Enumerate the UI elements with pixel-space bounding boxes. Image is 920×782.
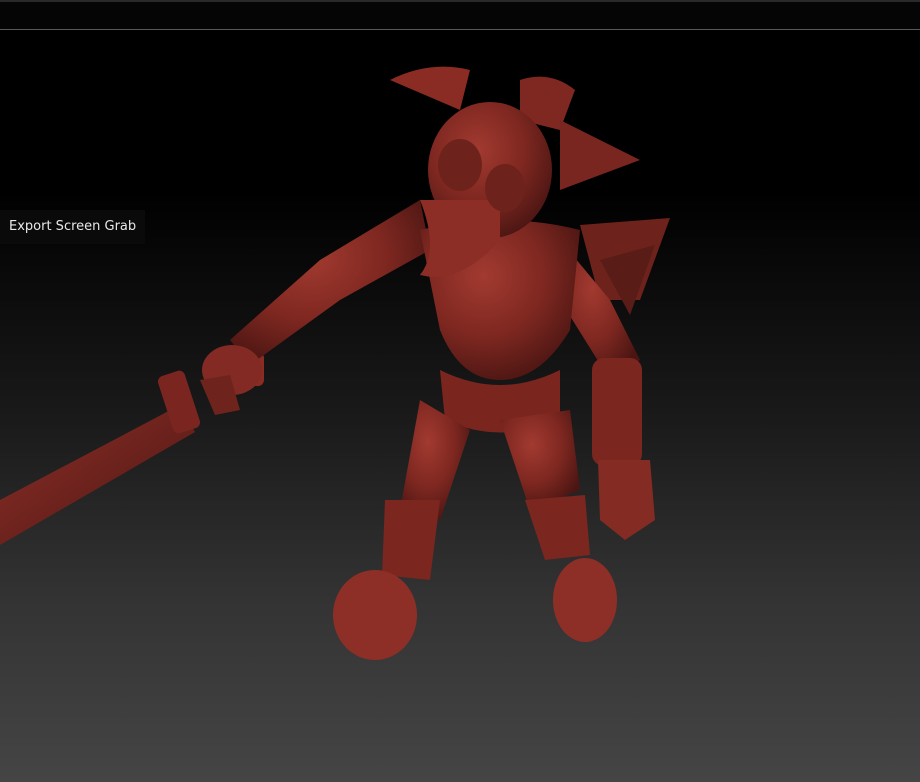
zbrush-canvas-window: Export Screen Grab (0, 0, 920, 782)
left-leg (333, 400, 470, 660)
sculpt-viewport[interactable] (0, 30, 920, 782)
left-arm (200, 200, 430, 415)
export-screen-grab-tooltip: Export Screen Grab (0, 210, 146, 244)
tooltip-label: Export Screen Grab (9, 219, 137, 234)
sculpt-model-render (0, 66, 670, 660)
